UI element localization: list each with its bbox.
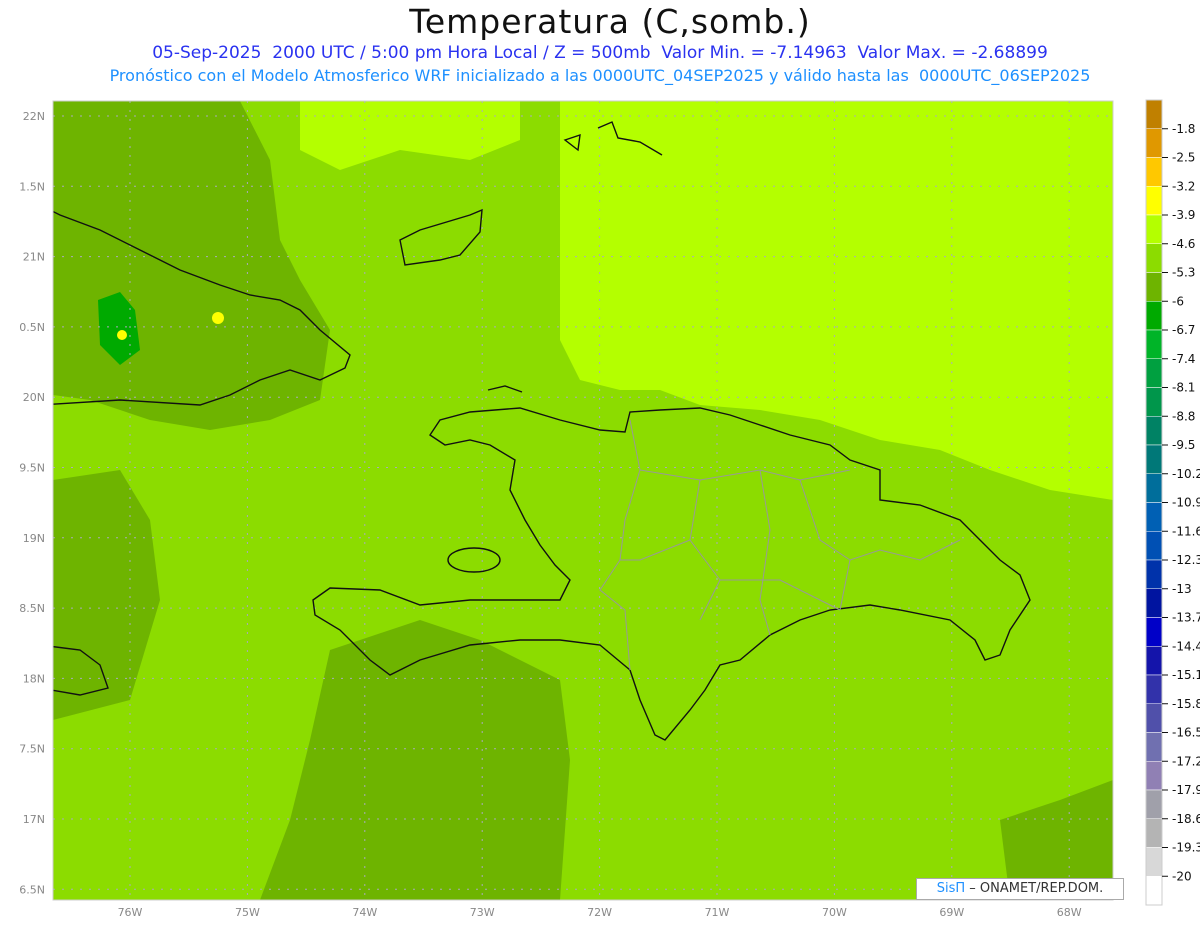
colorbar-label: -13 [1172, 582, 1192, 596]
colorbar-swatch [1145, 646, 1163, 676]
map-fill [53, 101, 1113, 900]
colorbar: -1.8 -2.5 -3.2 -3.9 -4.6 -5.3 -6 -6.7 -7.4 -8.1 -8… [1145, 99, 1200, 906]
colorbar-swatch [1145, 761, 1163, 791]
colorbar-swatch [1145, 847, 1163, 877]
colorbar-label: -10.9 [1172, 496, 1200, 510]
colorbar-swatch [1145, 128, 1163, 158]
colorbar-label: -17.9 [1172, 783, 1200, 797]
colorbar-swatch [1145, 243, 1163, 273]
lat-tick-label: 18N [23, 672, 45, 685]
colorbar-label: -17.2 [1172, 754, 1200, 768]
colorbar-swatch [1145, 272, 1163, 302]
colorbar-swatch [1145, 559, 1163, 589]
colorbar-swatch [1145, 732, 1163, 762]
colorbar-label: -2.5 [1172, 151, 1195, 165]
colorbar-label: -16.5 [1172, 726, 1200, 740]
lon-tick-label: 74W [352, 906, 377, 919]
lon-tick-label: 70W [822, 906, 847, 919]
colorbar-swatch [1145, 301, 1163, 331]
sispi-logo: SisΠ [936, 881, 966, 896]
colorbar-label: -6 [1172, 294, 1184, 308]
colorbar-label: -11.6 [1172, 524, 1200, 538]
lat-tick-label: 1.5N [19, 180, 45, 193]
lat-tick-label: 0.5N [19, 321, 45, 334]
lat-tick-label: 22N [23, 110, 45, 123]
colorbar-swatch [1145, 703, 1163, 733]
colorbar-label: -5.3 [1172, 266, 1195, 280]
colorbar-label: -3.9 [1172, 208, 1195, 222]
lon-tick-label: 69W [939, 906, 964, 919]
lat-tick-label: 19N [23, 532, 45, 545]
colorbar-label: -1.8 [1172, 122, 1195, 136]
lon-tick-label: 72W [587, 906, 612, 919]
colorbar-swatch [1145, 99, 1163, 129]
colorbar-label: -20 [1172, 869, 1192, 883]
colorbar-label: -19.3 [1172, 841, 1200, 855]
colorbar-swatch [1145, 588, 1163, 618]
colorbar-label: -3.2 [1172, 179, 1195, 193]
colorbar-swatch [1145, 502, 1163, 532]
lat-tick-label: 21N [23, 251, 45, 264]
lat-tick-label: 8.5N [19, 602, 45, 615]
colorbar-label: -15.8 [1172, 697, 1200, 711]
colorbar-label: -15.1 [1172, 668, 1200, 682]
colorbar-label: -6.7 [1172, 323, 1195, 337]
lon-tick-label: 68W [1057, 906, 1082, 919]
credit-text: – ONAMET/REP.DOM. [965, 881, 1104, 896]
lat-tick-label: 7.5N [19, 743, 45, 756]
colorbar-swatch [1145, 444, 1163, 474]
colorbar-swatch [1145, 789, 1163, 819]
colorbar-label: -9.5 [1172, 438, 1195, 452]
colorbar-swatch [1145, 157, 1163, 187]
colorbar-label: -18.6 [1172, 812, 1200, 826]
lon-tick-label: 76W [118, 906, 143, 919]
chart-title: Temperatura (C,somb.) [409, 2, 811, 41]
colorbar-swatch [1145, 387, 1163, 417]
colorbar-swatch [1145, 214, 1163, 244]
colorbar-label: -10.2 [1172, 467, 1200, 481]
colorbar-label: -4.6 [1172, 237, 1195, 251]
credit-box: SisΠ – ONAMET/REP.DOM. [916, 878, 1124, 900]
colorbar-swatch [1145, 531, 1163, 561]
colorbar-label: -7.4 [1172, 352, 1195, 366]
colorbar-swatch [1145, 617, 1163, 647]
colorbar-swatch [1145, 818, 1163, 848]
temperature-map: 76W 75W 74W 73W 72W 71W 70W 69W 68W 22N 1.5N 21N 0.5… [19, 99, 1200, 919]
colorbar-swatch [1145, 358, 1163, 388]
colorbar-swatch [1145, 416, 1163, 446]
lat-tick-label: 6.5N [19, 883, 45, 896]
colorbar-swatch [1145, 186, 1163, 216]
fill-yellow [117, 330, 127, 340]
colorbar-swatch [1145, 876, 1163, 906]
lat-tick-label: 17N [23, 813, 45, 826]
colorbar-swatch [1145, 329, 1163, 359]
lat-tick-label: 20N [23, 391, 45, 404]
colorbar-swatch [1145, 674, 1163, 704]
model-info-subtitle: Pronóstico con el Modelo Atmosferico WRF… [109, 66, 1091, 85]
colorbar-swatch [1145, 473, 1163, 503]
lon-tick-label: 75W [235, 906, 260, 919]
lon-tick-label: 73W [470, 906, 495, 919]
lon-tick-label: 71W [705, 906, 730, 919]
lat-tick-label: 9.5N [19, 462, 45, 475]
fill-yellow [212, 312, 224, 324]
colorbar-label: -8.1 [1172, 381, 1195, 395]
colorbar-label: -14.4 [1172, 639, 1200, 653]
colorbar-label: -8.8 [1172, 409, 1195, 423]
colorbar-label: -13.7 [1172, 611, 1200, 625]
colorbar-label: -12.3 [1172, 553, 1200, 567]
forecast-time-subtitle: 05-Sep-2025 2000 UTC / 5:00 pm Hora Loca… [152, 43, 1048, 63]
